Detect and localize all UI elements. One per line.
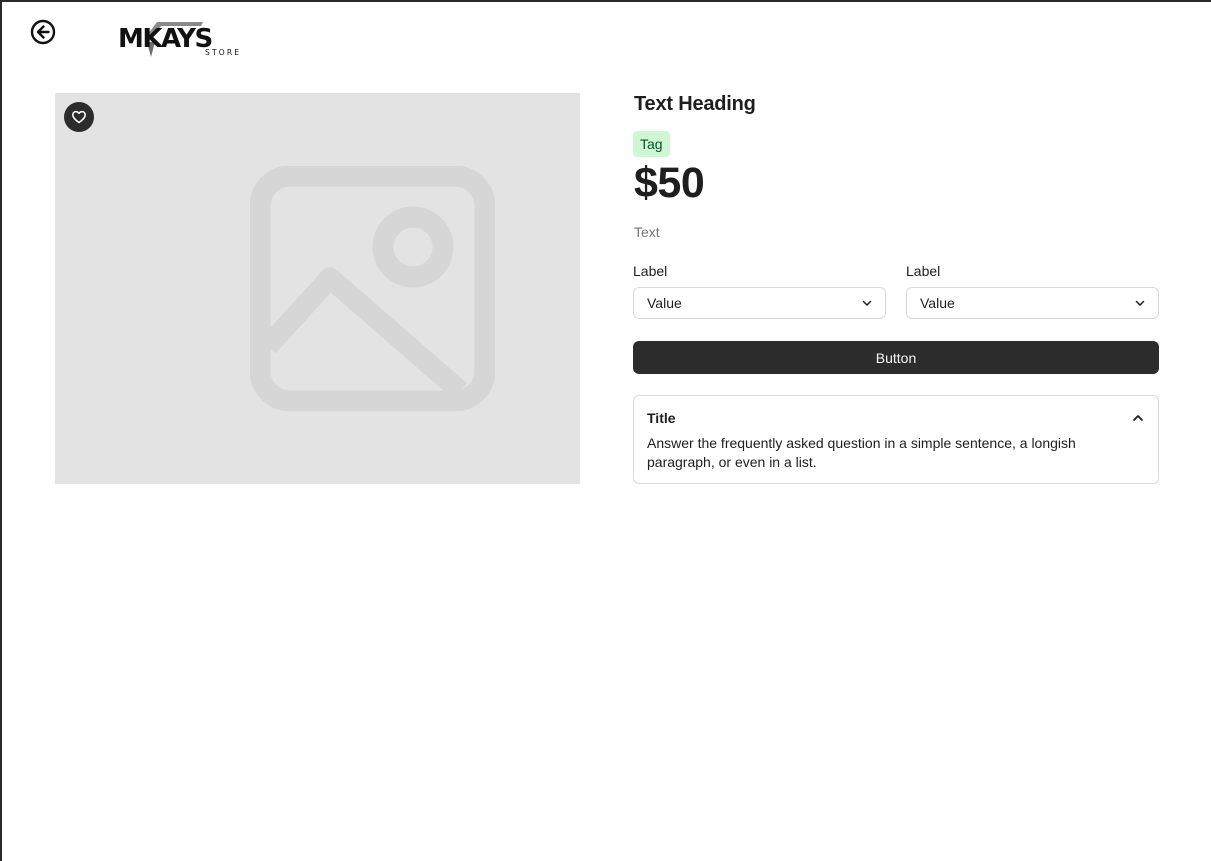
select-field-2: Label Value xyxy=(906,262,1159,319)
product-text: Text xyxy=(634,224,660,240)
primary-button[interactable]: Button xyxy=(633,341,1159,374)
image-placeholder-icon xyxy=(250,166,495,411)
select-dropdown-1[interactable]: Value xyxy=(633,287,886,319)
favorite-button[interactable] xyxy=(64,102,94,132)
logo-mark: MKAYS STORE xyxy=(118,22,241,57)
product-tag: Tag xyxy=(633,131,670,157)
faq-accordion: Title Answer the frequently asked questi… xyxy=(633,395,1159,484)
product-image xyxy=(55,93,580,484)
chevron-up-icon[interactable] xyxy=(1131,411,1145,425)
product-price: $50 xyxy=(634,159,705,207)
heart-icon xyxy=(72,110,86,124)
store-logo[interactable]: MKAYS STORE xyxy=(117,20,249,60)
accordion-header[interactable]: Title xyxy=(647,409,1145,427)
accordion-title: Title xyxy=(647,410,676,426)
arrow-left-circle-icon xyxy=(30,19,56,45)
product-heading: Text Heading xyxy=(634,93,756,115)
select-field-label: Label xyxy=(633,263,668,279)
back-button[interactable] xyxy=(30,19,56,45)
select-dropdown-2[interactable]: Value xyxy=(906,287,1159,319)
chevron-down-icon xyxy=(862,300,872,306)
select-field-label: Label xyxy=(906,263,941,279)
svg-text:STORE: STORE xyxy=(205,48,241,57)
select-value: Value xyxy=(920,295,955,311)
svg-text:MKAYS: MKAYS xyxy=(118,24,212,54)
select-value: Value xyxy=(647,295,682,311)
accordion-body: Answer the frequently asked question in … xyxy=(647,435,1076,470)
select-field-1: Label Value xyxy=(633,262,886,319)
chevron-down-icon xyxy=(1135,300,1145,306)
